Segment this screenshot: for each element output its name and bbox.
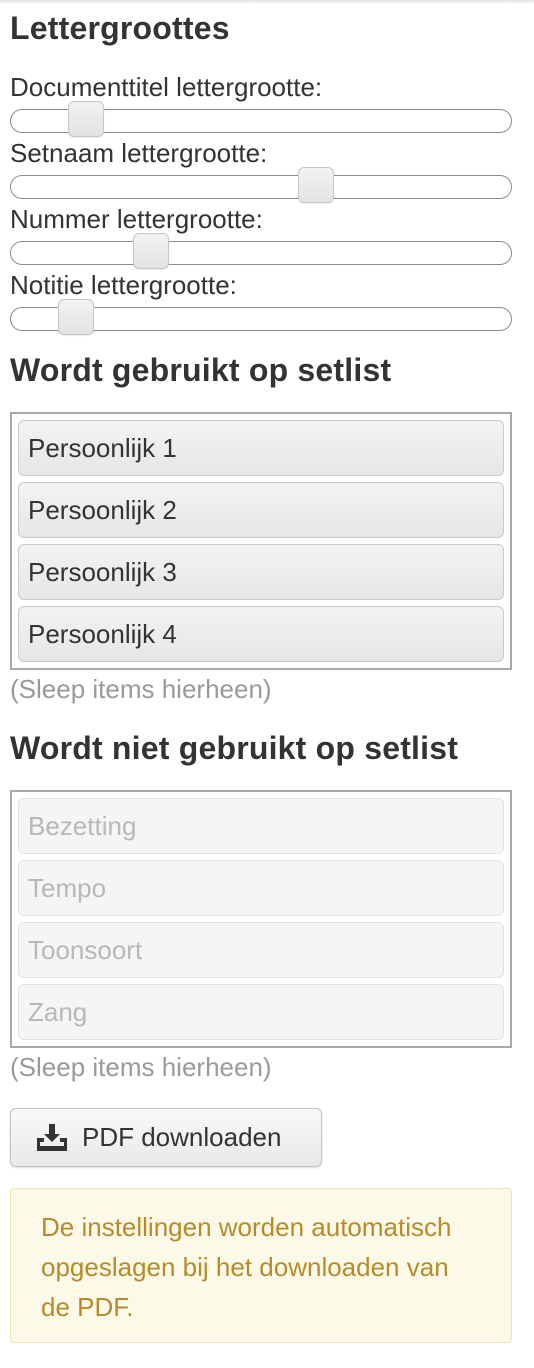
document-title-size-slider[interactable] [10, 101, 512, 137]
list-item[interactable]: Bezetting [18, 798, 504, 854]
list-item[interactable]: Persoonlijk 4 [18, 606, 504, 662]
list-item[interactable]: Persoonlijk 1 [18, 420, 504, 476]
drop-hint: (Sleep items hierheen) [10, 1052, 272, 1082]
not-used-on-setlist-heading: Wordt niet gebruikt op setlist [10, 730, 459, 766]
song-size-slider[interactable] [10, 233, 512, 269]
list-item[interactable]: Persoonlijk 2 [18, 482, 504, 538]
download-pdf-button[interactable]: PDF downloaden [10, 1108, 322, 1167]
used-on-setlist-heading: Wordt gebruikt op setlist [10, 352, 392, 388]
note-size-slider[interactable] [10, 299, 512, 335]
slider-handle[interactable] [133, 233, 169, 269]
note-size-label: Notitie lettergrootte: [10, 270, 237, 300]
unused-fields-list[interactable]: Bezetting Tempo Toonsoort Zang [10, 790, 512, 1048]
song-size-label: Nummer lettergrootte: [10, 204, 263, 234]
list-item[interactable]: Zang [18, 984, 504, 1040]
slider-handle[interactable] [68, 101, 104, 137]
autosave-notice: De instellingen worden automatisch opges… [10, 1188, 512, 1343]
list-item[interactable]: Tempo [18, 860, 504, 916]
download-tray-icon [37, 1124, 67, 1151]
slider-handle[interactable] [58, 299, 94, 335]
top-shadow [0, 0, 534, 4]
set-name-size-slider[interactable] [10, 167, 512, 203]
used-fields-list[interactable]: Persoonlijk 1 Persoonlijk 2 Persoonlijk … [10, 412, 512, 670]
download-pdf-label: PDF downloaden [82, 1122, 282, 1152]
document-title-size-label: Documenttitel lettergrootte: [10, 72, 323, 102]
drop-hint: (Sleep items hierheen) [10, 674, 272, 704]
list-item[interactable]: Persoonlijk 3 [18, 544, 504, 600]
set-name-size-label: Setnaam lettergrootte: [10, 138, 268, 168]
slider-handle[interactable] [298, 167, 334, 203]
font-sizes-heading: Lettergroottes [10, 10, 230, 46]
list-item[interactable]: Toonsoort [18, 922, 504, 978]
